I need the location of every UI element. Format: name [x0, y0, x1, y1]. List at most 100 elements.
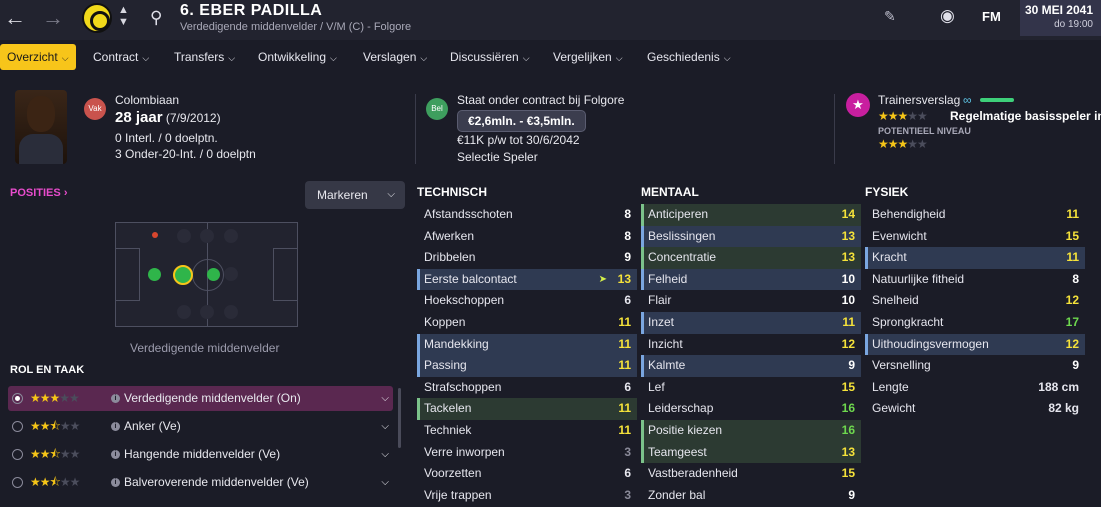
- attribute-row[interactable]: Anticiperen 14: [641, 204, 861, 226]
- attribute-row[interactable]: Lef 15: [641, 377, 861, 399]
- attribute-row[interactable]: Flair 10: [641, 290, 861, 312]
- coach-report-title[interactable]: Trainersverslag: [878, 93, 960, 107]
- attribute-row[interactable]: Vrije trappen 3: [417, 485, 637, 507]
- tab-ontwikkeling[interactable]: Ontwikkeling ⌵: [258, 44, 337, 70]
- info-icon[interactable]: i: [111, 394, 120, 403]
- attribute-row[interactable]: Verre inworpen 3: [417, 442, 637, 464]
- attribute-row[interactable]: Natuurlijke fitheid 8: [865, 269, 1085, 291]
- tab-contract[interactable]: Contract ⌵: [93, 44, 149, 70]
- attribute-row[interactable]: Afstandsschoten 8: [417, 204, 637, 226]
- attribute-row[interactable]: Lengte 188 cm: [865, 377, 1085, 399]
- attribute-value: 16: [841, 401, 855, 416]
- attribute-row[interactable]: Dribbelen 9: [417, 247, 637, 269]
- attribute-row[interactable]: Concentratie 13: [641, 247, 861, 269]
- chevron-down-icon: ⌵: [142, 53, 150, 63]
- physical-attributes: FYSIEK Behendigheid 11 Evenwicht 15 Kracht 11…: [865, 180, 1085, 420]
- globe-icon[interactable]: ◉: [940, 6, 955, 26]
- attribute-row[interactable]: Gewicht 82 kg: [865, 398, 1085, 420]
- info-icon[interactable]: i: [111, 422, 120, 431]
- club-badge[interactable]: [82, 3, 112, 33]
- player-switch-arrows[interactable]: ▲ ▼: [118, 4, 129, 28]
- chevron-down-icon[interactable]: ⌵: [381, 386, 389, 411]
- international-caps: 0 Interl. / 0 doelptn.: [115, 131, 218, 145]
- attribute-row[interactable]: Inzicht 12: [641, 334, 861, 356]
- attribute-row[interactable]: Beslissingen 13: [641, 225, 861, 248]
- attribute-name: Zonder bal: [648, 487, 706, 502]
- attribute-name: Behendigheid: [872, 207, 946, 221]
- position-dot: [200, 229, 214, 243]
- attribute-value: 15: [841, 466, 855, 481]
- attribute-row[interactable]: Techniek 11: [417, 420, 637, 442]
- attribute-row[interactable]: Teamgeest 13: [641, 441, 861, 464]
- attribute-row[interactable]: Eerste balcontact ➤ 13: [417, 268, 637, 291]
- attribute-row[interactable]: Passing 11: [417, 355, 637, 377]
- arrow-left-icon[interactable]: ←: [4, 4, 26, 32]
- attribute-value: 17: [1065, 314, 1079, 329]
- fm-logo[interactable]: FM: [982, 9, 1001, 24]
- attribute-row[interactable]: Afwerken 8: [417, 226, 637, 248]
- attribute-row[interactable]: Behendigheid 11: [865, 204, 1085, 226]
- tab-overzicht[interactable]: Overzicht ⌵: [0, 44, 76, 70]
- attribute-row[interactable]: Tackelen 11: [417, 398, 637, 420]
- attribute-row[interactable]: Uithoudingsvermogen 12: [865, 333, 1085, 356]
- attribute-row[interactable]: Zonder bal 9: [641, 485, 861, 507]
- attribute-row[interactable]: Kracht 11: [865, 247, 1085, 269]
- attribute-name: Afstandsschoten: [424, 207, 513, 221]
- attribute-value: 10: [841, 271, 855, 286]
- attribute-row[interactable]: Strafschoppen 6: [417, 377, 637, 399]
- role-radio[interactable]: [12, 393, 23, 404]
- pencil-icon[interactable]: ✎: [884, 8, 896, 25]
- attribute-row[interactable]: Felheid 10: [641, 268, 861, 291]
- value-range-pill[interactable]: €2,6mln. - €3,5mln.: [457, 110, 586, 132]
- nationality[interactable]: Colombiaan: [115, 93, 179, 107]
- date-panel[interactable]: 30 MEI 2041 do 19:00: [1020, 0, 1101, 36]
- role-row[interactable]: ★★⯪★★ i Hangende middenvelder (Ve) ⌵: [8, 442, 393, 467]
- tab-vergelijken[interactable]: Vergelijken ⌵: [553, 44, 623, 70]
- attribute-name: Vastberadenheid: [648, 466, 738, 481]
- roles-scrollbar[interactable]: [398, 388, 401, 448]
- attribute-row[interactable]: Leiderschap 16: [641, 398, 861, 420]
- chevron-down-icon: ⌵: [723, 53, 731, 63]
- arrow-right-icon[interactable]: →: [42, 4, 64, 32]
- role-row[interactable]: ★★★★★ i Verdedigende middenvelder (On) ⌵: [8, 386, 393, 411]
- report-progress-bar: [980, 98, 1014, 102]
- markeren-dropdown[interactable]: Markeren ⌵: [305, 181, 405, 209]
- player-subtitle: Verdedigende middenvelder / V/M (C) - Fo…: [180, 21, 412, 33]
- tab-verslagen[interactable]: Verslagen ⌵: [363, 44, 427, 70]
- attribute-row[interactable]: Versnelling 9: [865, 355, 1085, 377]
- role-radio[interactable]: [12, 449, 23, 460]
- search-icon[interactable]: ⚲: [150, 8, 162, 28]
- attribute-row[interactable]: Kalmte 9: [641, 355, 861, 377]
- attribute-row[interactable]: Snelheid 12: [865, 290, 1085, 312]
- attribute-name: Positie kiezen: [648, 422, 723, 437]
- contract-status[interactable]: Staat onder contract bij Folgore: [457, 93, 624, 107]
- attribute-row[interactable]: Positie kiezen 16: [641, 419, 861, 442]
- attribute-row[interactable]: Sprongkracht 17: [865, 312, 1085, 334]
- role-row[interactable]: ★★⯪★★ i Balveroverende middenvelder (Ve)…: [8, 470, 393, 495]
- role-radio[interactable]: [12, 421, 23, 432]
- position-dot: [177, 305, 191, 319]
- attribute-value: 10: [841, 293, 855, 308]
- attribute-row[interactable]: Hoekschoppen 6: [417, 290, 637, 312]
- info-icon[interactable]: i: [111, 450, 120, 459]
- attribute-row[interactable]: Evenwicht 15: [865, 226, 1085, 248]
- role-row[interactable]: ★★⯪★★ i Anker (Ve) ⌵: [8, 414, 393, 439]
- role-radio[interactable]: [12, 477, 23, 488]
- tab-transfers[interactable]: Transfers ⌵: [174, 44, 235, 70]
- attribute-row[interactable]: Voorzetten 6: [417, 463, 637, 485]
- attribute-name: Tackelen: [424, 401, 472, 416]
- tab-discussieren[interactable]: Discussiëren ⌵: [450, 44, 530, 70]
- attribute-row[interactable]: Koppen 11: [417, 312, 637, 334]
- chevron-down-icon[interactable]: ⌵: [381, 442, 389, 467]
- attribute-row[interactable]: Vastberadenheid 15: [641, 463, 861, 485]
- positions-title[interactable]: POSITIES ›: [10, 187, 67, 199]
- chevron-down-icon[interactable]: ⌵: [381, 414, 389, 439]
- roles-title: ROL EN TAAK: [10, 364, 85, 376]
- current-date: 30 MEI 2041: [1024, 3, 1093, 17]
- chevron-down-icon[interactable]: ⌵: [381, 470, 389, 495]
- attribute-row[interactable]: Mandekking 11: [417, 333, 637, 356]
- position-dot: [177, 229, 191, 243]
- info-icon[interactable]: i: [111, 478, 120, 487]
- tab-geschiedenis[interactable]: Geschiedenis ⌵: [647, 44, 731, 70]
- attribute-row[interactable]: Inzet 11: [641, 311, 861, 334]
